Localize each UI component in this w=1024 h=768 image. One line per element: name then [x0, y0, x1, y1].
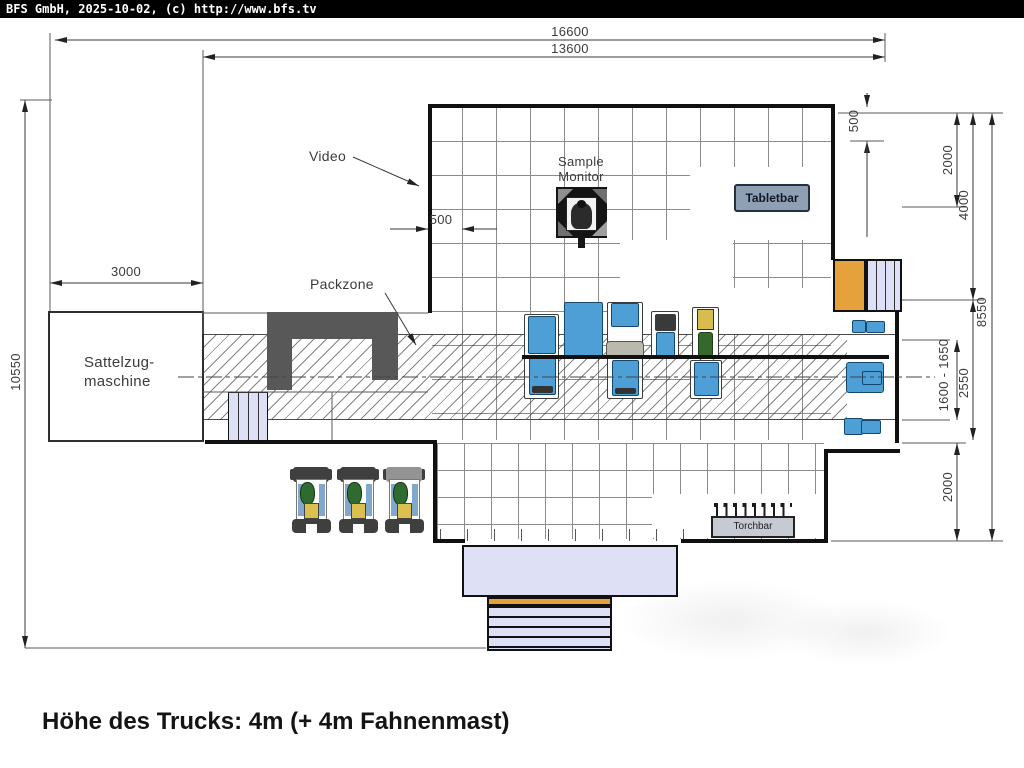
sample-monitor-label-line2: Monitor — [536, 169, 626, 184]
dim-label-10550: 10550 — [8, 327, 24, 417]
dim-label-13600: 13600 — [530, 41, 610, 56]
dim-label-3000: 3000 — [86, 264, 166, 279]
dim-label-16600: 16600 — [530, 24, 610, 39]
sample-monitor-label-line1: Sample — [536, 154, 626, 169]
dim-label-2000-upper: 2000 — [940, 115, 956, 205]
floorplan-page: BFS GmbH, 2025-10-02, (c) http://www.bfs… — [0, 0, 1024, 768]
figure-head — [577, 200, 586, 208]
dim-label-500v: 500 — [846, 76, 862, 166]
sattelzug-label: Sattelzug- maschine — [84, 353, 155, 391]
dim-label-1600-1650: 1600 - 1650 — [936, 315, 952, 435]
sattelzug-label-line1: Sattelzug- — [84, 353, 155, 372]
dim-label-2000-lower: 2000 — [940, 442, 956, 532]
leader-packzone — [385, 293, 416, 345]
packzone-label: Packzone — [310, 276, 374, 292]
dim-label-2550: 2550 — [956, 338, 972, 428]
sample-monitor-label: Sample Monitor — [536, 154, 626, 184]
sattelzug-label-line2: maschine — [84, 372, 155, 391]
dim-label-8550: 8550 — [974, 267, 990, 357]
leader-video — [353, 157, 419, 186]
video-label: Video — [309, 148, 346, 164]
caption-truck-height: Höhe des Trucks: 4m (+ 4m Fahnenmast) — [42, 708, 509, 736]
dim-label-500h: 500 — [401, 212, 481, 227]
dim-label-4000: 4000 — [956, 160, 972, 250]
